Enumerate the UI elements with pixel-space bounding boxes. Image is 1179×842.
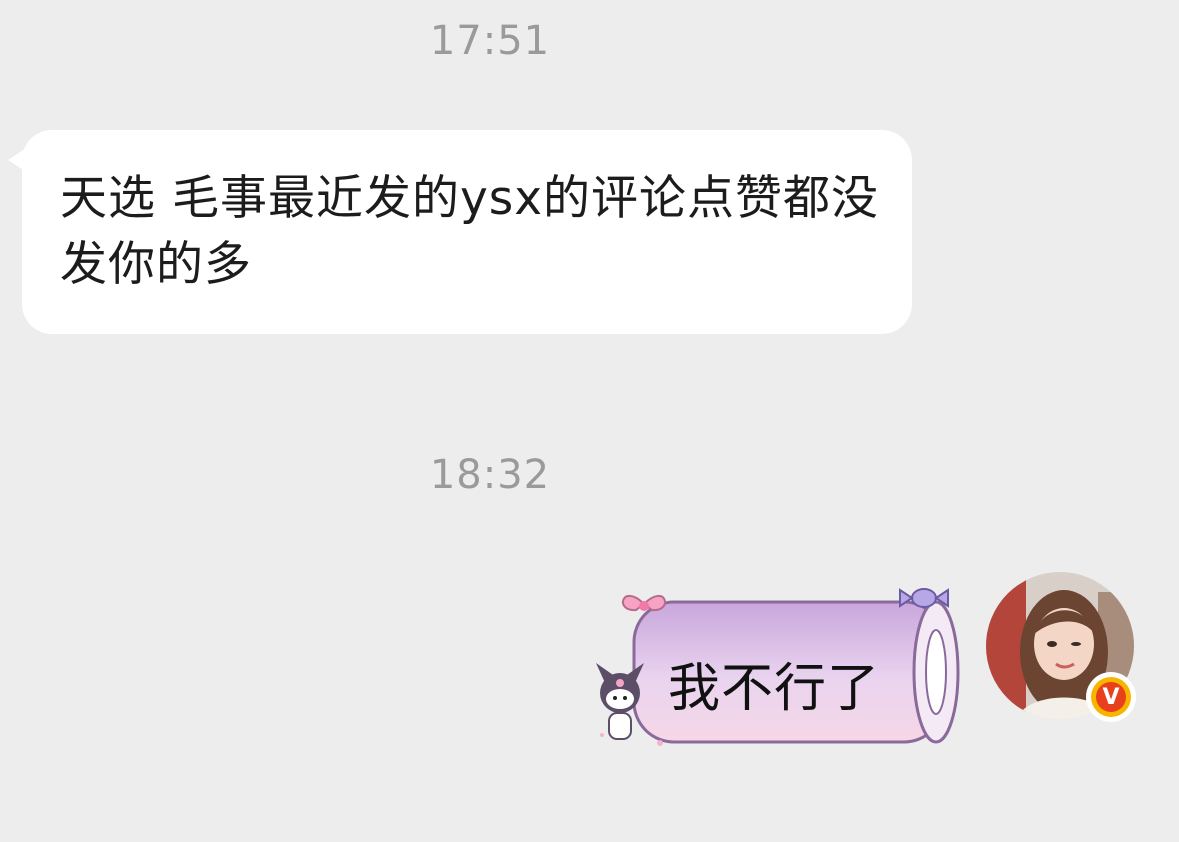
outgoing-message-bubble[interactable]: 我不行了	[590, 578, 970, 773]
timestamp: 17:51	[429, 18, 551, 64]
verified-badge-icon: V	[1086, 672, 1136, 722]
incoming-message-text: 天选 毛事最近发的ysx的评论点赞都没发你的多	[60, 171, 880, 292]
outgoing-message-text: 我不行了	[668, 659, 881, 719]
bubble-tail	[8, 148, 26, 172]
incoming-message-bubble[interactable]: 天选 毛事最近发的ysx的评论点赞都没发你的多	[8, 130, 912, 334]
timestamp: 18:32	[429, 452, 551, 498]
